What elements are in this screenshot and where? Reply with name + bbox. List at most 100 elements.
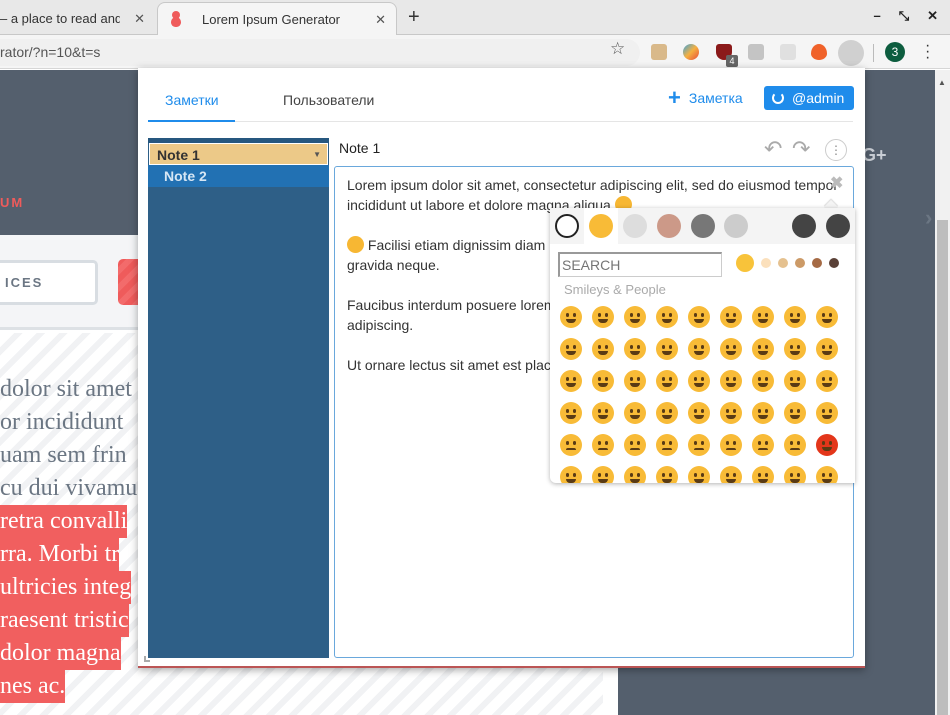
skin-tone-option[interactable]: [829, 258, 839, 268]
emoji-option[interactable]: [752, 338, 774, 360]
emoji-search-input[interactable]: [558, 252, 722, 277]
category-tab-symbols[interactable]: [787, 208, 821, 244]
emoji-option[interactable]: [784, 306, 806, 328]
emoji-option[interactable]: [688, 338, 710, 360]
extension-plug-icon[interactable]: [651, 44, 667, 60]
emoji-option[interactable]: [816, 338, 838, 360]
emoji-option[interactable]: [752, 466, 774, 483]
emoji-option[interactable]: [656, 370, 678, 392]
emoji-option[interactable]: [592, 306, 614, 328]
emoji-option[interactable]: [784, 434, 806, 456]
emoji-option[interactable]: [752, 370, 774, 392]
emoji-option[interactable]: [784, 338, 806, 360]
caret-down-icon[interactable]: ▼: [313, 150, 321, 159]
emoji-option[interactable]: [656, 466, 678, 483]
note-list-item[interactable]: Note 2: [148, 165, 329, 187]
emoji-option[interactable]: [624, 306, 646, 328]
emoji-option[interactable]: [752, 402, 774, 424]
emoji-option[interactable]: [624, 370, 646, 392]
extension-active-icon[interactable]: [838, 40, 864, 66]
emoji-option[interactable]: [784, 466, 806, 483]
emoji-option[interactable]: [656, 402, 678, 424]
google-plus-icon[interactable]: G+: [862, 145, 887, 166]
emoji-option[interactable]: [720, 338, 742, 360]
emoji-option[interactable]: [656, 306, 678, 328]
add-note-button[interactable]: + Заметка: [668, 87, 743, 109]
emoji-option[interactable]: [688, 306, 710, 328]
tab-notes[interactable]: Заметки: [165, 92, 219, 108]
restore-button[interactable]: ⤡: [899, 8, 909, 24]
react-devtools-icon[interactable]: [780, 44, 796, 60]
emoji-option[interactable]: [656, 338, 678, 360]
undo-icon[interactable]: ↶: [764, 136, 782, 162]
emoji-option[interactable]: [688, 434, 710, 456]
tab-users[interactable]: Пользователи: [283, 92, 374, 108]
skin-tone-option[interactable]: [795, 258, 805, 268]
emoji-option[interactable]: [656, 434, 678, 456]
emoji-option[interactable]: [720, 434, 742, 456]
emoji-option[interactable]: [816, 370, 838, 392]
note-list-item[interactable]: Note 1 ▼: [149, 143, 328, 165]
emoji-option[interactable]: [624, 338, 646, 360]
emoji-option[interactable]: [784, 402, 806, 424]
category-tab-flags[interactable]: [821, 208, 855, 244]
emoji-option[interactable]: [560, 338, 582, 360]
close-window-button[interactable]: ✕: [927, 8, 938, 24]
emoji-option[interactable]: [816, 466, 838, 483]
minimize-button[interactable]: –: [873, 8, 880, 24]
emoji-option[interactable]: [752, 306, 774, 328]
emoji-option[interactable]: [720, 370, 742, 392]
emoji-option[interactable]: [688, 370, 710, 392]
emoji-option[interactable]: [816, 434, 838, 456]
more-options-icon[interactable]: ⋮: [825, 139, 847, 161]
emoji-option[interactable]: [816, 306, 838, 328]
browser-menu-icon[interactable]: · · ·: [925, 38, 930, 66]
emoji-option[interactable]: [560, 306, 582, 328]
tab-active[interactable]: Lorem Ipsum Generator ✕: [157, 2, 397, 35]
extension-t-icon[interactable]: [683, 44, 699, 60]
extension-fire-icon[interactable]: [811, 44, 827, 60]
emoji-option[interactable]: [592, 466, 614, 483]
emoji-option[interactable]: [560, 466, 582, 483]
skin-tone-option[interactable]: [736, 254, 754, 272]
emoji-option[interactable]: [624, 434, 646, 456]
emoji-option[interactable]: [560, 370, 582, 392]
emoji-option[interactable]: [720, 402, 742, 424]
category-tab-travel[interactable]: [719, 208, 753, 244]
emoji-option[interactable]: [560, 402, 582, 424]
emoji-option[interactable]: [688, 402, 710, 424]
emoji-option[interactable]: [592, 434, 614, 456]
emoji-option[interactable]: [592, 402, 614, 424]
emoji-option[interactable]: [720, 306, 742, 328]
emoji-option[interactable]: [624, 402, 646, 424]
category-tab-smileys[interactable]: [583, 208, 618, 244]
admin-account-button[interactable]: @admin: [764, 86, 854, 110]
address-bar[interactable]: rator/?n=10&t=s: [0, 39, 640, 66]
resize-handle-icon[interactable]: [144, 656, 150, 662]
emoji-option[interactable]: [752, 434, 774, 456]
skin-tone-option[interactable]: [812, 258, 822, 268]
scrollbar-thumb[interactable]: [937, 220, 948, 715]
emoji-option[interactable]: [624, 466, 646, 483]
emoji-option[interactable]: [592, 338, 614, 360]
emoji-option[interactable]: [816, 402, 838, 424]
profile-avatar[interactable]: 3: [885, 42, 905, 62]
emoji-option[interactable]: [784, 370, 806, 392]
close-emoji-picker-icon[interactable]: ✖: [830, 173, 843, 193]
emoji-option[interactable]: [592, 370, 614, 392]
current-note-title[interactable]: Note 1: [339, 140, 380, 156]
bookmark-star-icon[interactable]: ☆: [610, 39, 625, 59]
chevron-right-icon[interactable]: ›: [925, 205, 932, 231]
category-tab-animals[interactable]: [618, 208, 652, 244]
services-button[interactable]: ICES: [0, 260, 98, 305]
tab-inactive[interactable]: – a place to read and w ✕: [0, 2, 155, 35]
close-icon[interactable]: ✕: [134, 11, 145, 27]
category-tab-objects[interactable]: [753, 208, 787, 244]
emoji-option[interactable]: [560, 434, 582, 456]
emoji-option[interactable]: [688, 466, 710, 483]
skin-tone-option[interactable]: [778, 258, 788, 268]
skin-tone-option[interactable]: [761, 258, 771, 268]
extension-gray-icon[interactable]: [748, 44, 764, 60]
category-tab-recent-clock[interactable]: [550, 208, 584, 244]
emoji-option[interactable]: [720, 466, 742, 483]
